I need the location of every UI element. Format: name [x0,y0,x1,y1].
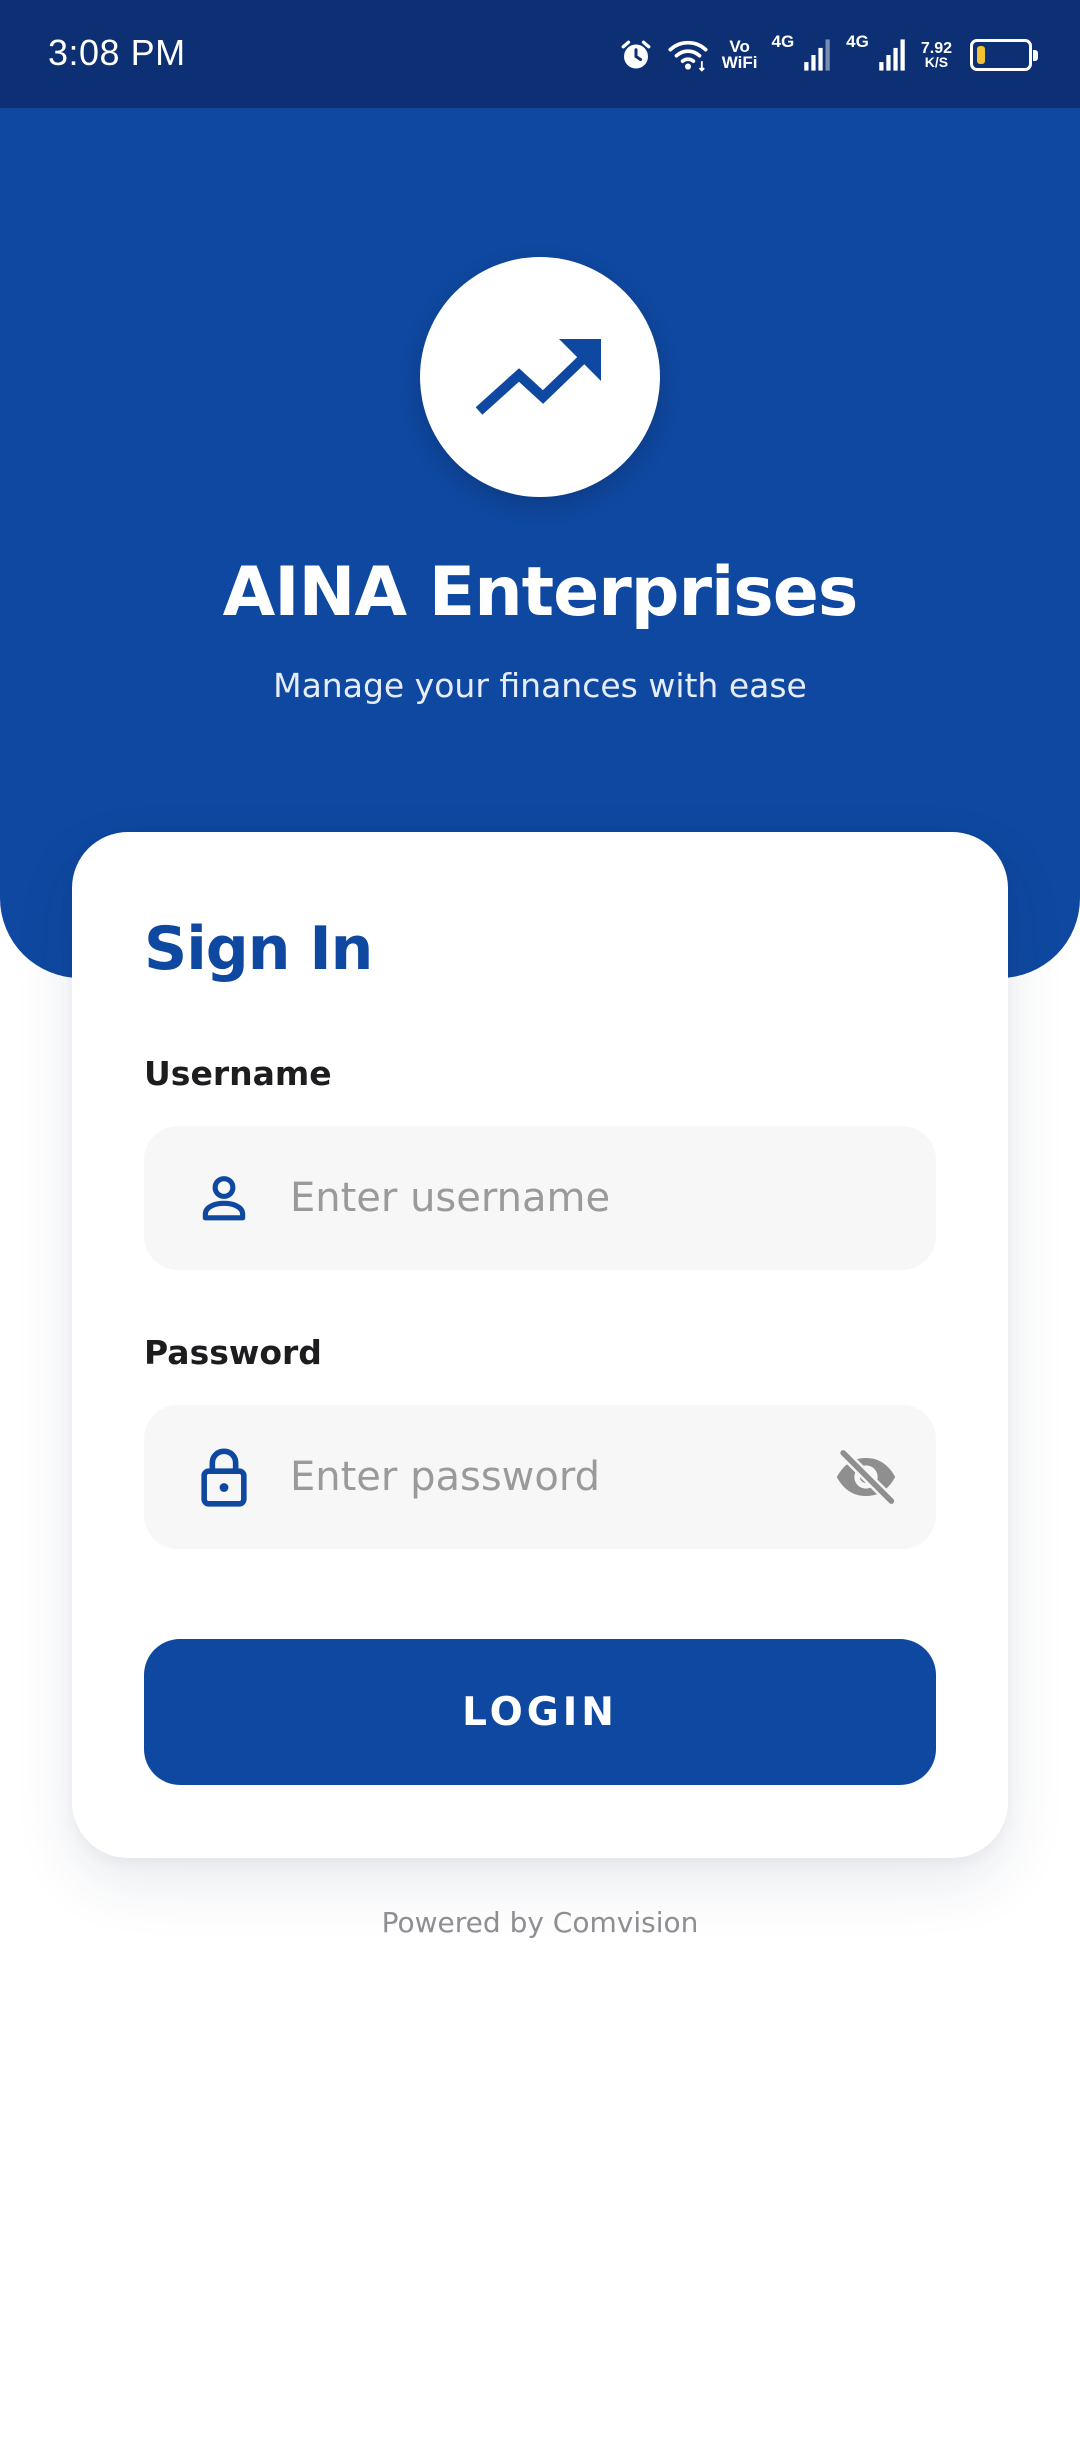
sign-in-title: Sign In [144,914,373,984]
eye-off-icon[interactable] [832,1445,900,1509]
lock-icon [190,1443,258,1511]
app-subtitle: Manage your finances with ease [273,666,807,705]
username-field[interactable] [144,1126,936,1270]
battery-icon [970,39,1038,71]
network-speed: 7.92 K/S [921,40,952,70]
vowifi-bottom-text: WiFi [721,53,758,72]
username-label: Username [144,1054,332,1093]
status-icons: Vo WiFi 4G 4G 7.92 K/S [618,30,1038,80]
network-type-1: 4G [771,32,795,51]
login-button[interactable]: LOGIN [144,1639,936,1785]
signal-icon [802,38,832,72]
password-input[interactable] [288,1405,848,1549]
status-time: 3:08 PM [48,32,186,73]
sign-in-card: Sign In Username Password [72,832,1008,1858]
password-field[interactable] [144,1405,936,1549]
network-type-2: 4G [846,32,869,51]
trending-up-icon [475,335,605,419]
username-input[interactable] [288,1126,848,1270]
network-speed-unit: K/S [924,53,949,70]
signal-icon [877,38,907,72]
login-screen: 3:08 PM Vo WiFi 4G 4G 7.92 K/S AINA Ente… [0,0,1080,2460]
battery-level [977,46,985,64]
vowifi-indicator: Vo WiFi [721,38,758,72]
password-label: Password [144,1333,322,1372]
app-logo [420,257,660,497]
app-title: AINA Enterprises [222,553,859,632]
status-bar: 3:08 PM Vo WiFi 4G 4G 7.92 K/S [0,0,1080,108]
person-icon [190,1164,258,1232]
wifi-icon [668,37,708,73]
alarm-icon [618,37,654,73]
powered-by-footer: Powered by Comvision [381,1906,699,1939]
